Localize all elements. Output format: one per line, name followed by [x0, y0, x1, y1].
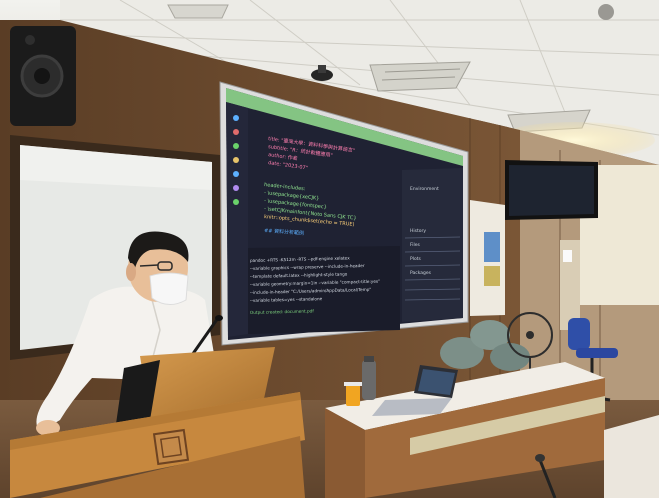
- speaker: [10, 26, 76, 126]
- panel-item: Plots: [410, 256, 421, 262]
- panel-item: Environment: [410, 186, 439, 192]
- ceiling-light: [369, 61, 471, 92]
- panel-item: Packages: [410, 270, 432, 276]
- panel-item: Files: [410, 242, 421, 248]
- water-bottle: [362, 356, 376, 400]
- panel-item: History: [410, 228, 426, 234]
- drink-cup: [344, 382, 362, 406]
- wall-tv: [505, 160, 598, 220]
- ceiling-light: [167, 4, 229, 19]
- side-board: [470, 200, 505, 316]
- classroom-photo: title: "臺灣大學：資料科學與計算語言" subtitle: "R：統計軟…: [0, 0, 659, 498]
